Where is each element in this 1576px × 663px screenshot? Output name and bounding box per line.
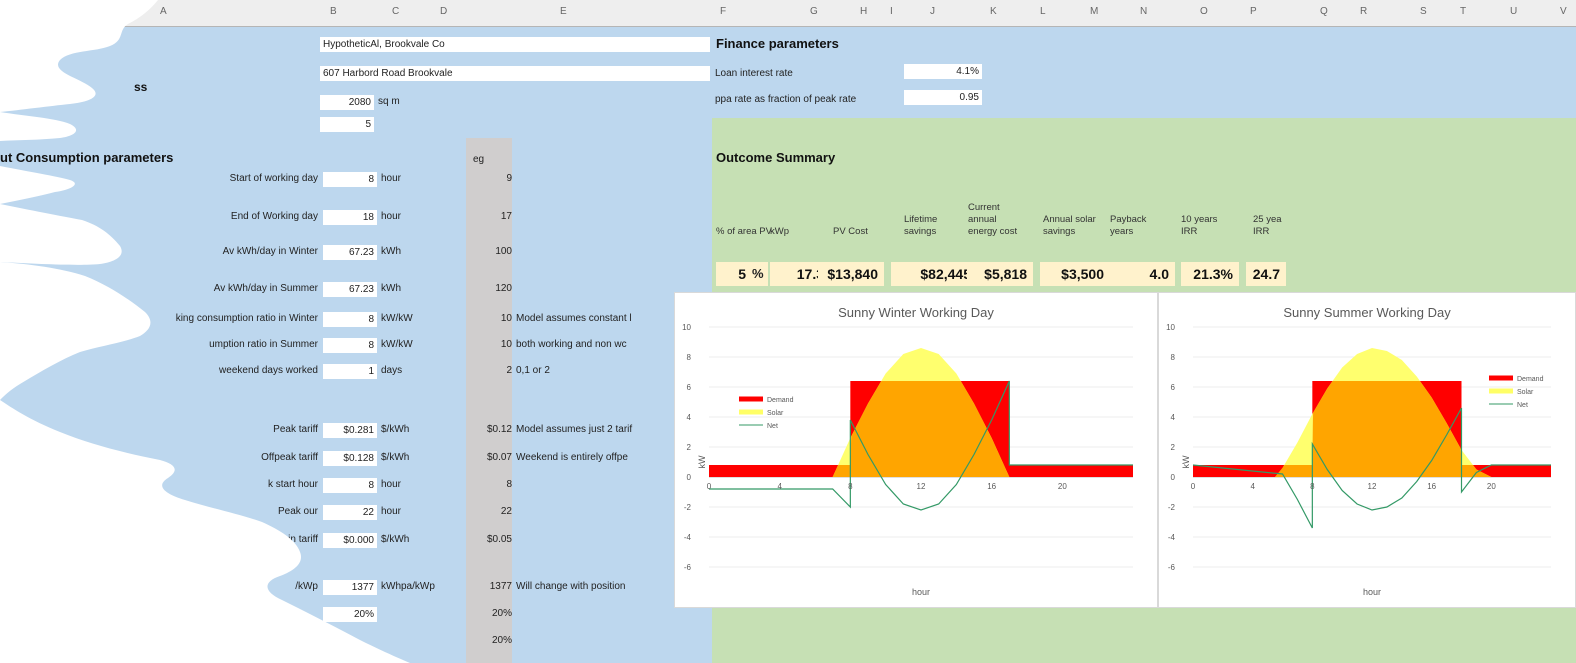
spreadsheet-window: ABCDEFGHIJKLMNOPQRSTUV HypotheticAl, Bro… [0,0,1576,663]
torn-paper-edge [0,0,410,663]
